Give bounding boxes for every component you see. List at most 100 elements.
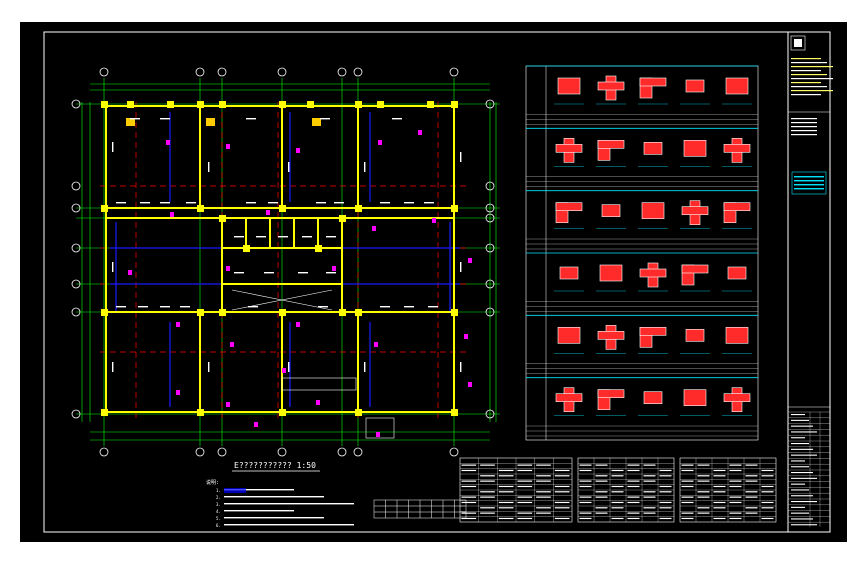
rebar-table-a-cell-text [554,485,570,488]
rebar-table-a-cell-text [536,480,551,482]
column-section [685,79,705,93]
column-tag [376,432,380,437]
beam-annotation [246,202,256,204]
column-tag [296,322,300,327]
rebar-table-b-cell-text [627,469,640,472]
beam-annotation [112,262,114,272]
rebar-table-c-cell-text [697,480,710,482]
rebar-table-b-cell-text [643,480,656,482]
beam-annotation [234,272,244,274]
rebar-table-c-cell-text [713,517,726,520]
floor-plan[interactable] [71,67,500,457]
rebar-table-b-cell-text [659,501,672,504]
rebar-table-c-cell-text [761,491,774,493]
title-text-line [791,448,813,450]
beam-annotation [392,118,402,120]
beam-annotation [112,142,114,152]
column-block [167,101,174,108]
column-tag [230,342,234,347]
rebar-table-a-cell-text [461,501,477,504]
column-block [197,101,204,108]
rebar-table-c-cell-text [681,469,694,472]
beam-annotation [364,362,366,372]
rebar-table-b-cell-text [611,475,624,477]
beam-annotation [112,362,114,372]
column-block [219,215,226,222]
rebar-table-a-cell-text [461,512,477,514]
rebar-table-a-cell-text [480,496,495,498]
rebar-table-b-cell-text [611,485,624,488]
beam-annotation [130,118,140,120]
column-tag [378,140,382,145]
column-section [559,266,579,280]
beam-lines [110,112,460,407]
title-text-line [791,466,809,468]
note-number: 1. [216,488,221,493]
rebar-table-c-cell-text [729,501,742,504]
rebar-table-a-cell-text [517,480,533,482]
beam-annotation [256,236,266,238]
rebar-table-c-cell-text [681,517,694,520]
column-section [727,266,747,280]
rebar-table-a-cell-text [536,512,551,514]
beam-annotation [160,202,170,204]
rebar-table-b-cell-text [579,480,592,482]
rebar-table-b-cell-text [611,507,624,509]
rebar-table-a-cell-text [517,464,533,466]
rebar-table-a-cell-text [536,475,551,477]
title-text-line [791,495,813,497]
column-tag [282,368,286,373]
title-text-line [791,518,813,520]
rebar-table-b-cell-text [579,469,592,472]
rebar-table-a-cell-text [461,469,477,472]
rebar-table-b-cell-text [627,464,640,466]
rebar-table-c-cell-text [729,469,742,472]
column-section [725,327,749,344]
beam-annotation [208,362,210,372]
rebar-table-b-cell-text [595,496,608,498]
column-section [599,264,623,282]
column-block [219,309,226,316]
rebar-table-c-cell-text [713,507,726,509]
column-tag [226,266,230,271]
rebar-table-c-cell-text [761,501,774,504]
title-text-line [791,414,805,416]
beam-annotation [298,272,308,274]
column-section [641,202,665,219]
column-block [451,309,458,316]
rebar-table-c-cell-text [681,501,694,504]
column-block [355,309,362,316]
title-text-line [791,78,833,80]
rebar-table-b-cell-text [659,507,672,509]
beam-annotation [380,202,390,204]
rebar-table-a-cell-text [536,464,551,466]
column-section [597,140,625,149]
rebar-table-a-cell-text [461,517,477,520]
beam-annotation [460,152,462,162]
rebar-table-b-cell-text [595,507,608,509]
stamp-line [794,180,824,182]
rebar-table-a-cell-text [498,491,514,493]
rebar-table-a-cell-text [536,491,551,493]
title-text-line [791,460,805,462]
column-tag [296,148,300,153]
beam-annotation [248,306,258,308]
rebar-table-a-cell-text [480,507,495,509]
beam-annotation [278,236,288,238]
rebar-table-a-cell-text [480,475,495,477]
rebar-table-b-cell-text [643,512,656,514]
drawing-viewport[interactable]: E??????????? 1:50 说明: 1. 2. 3. 4. 5. 6. [20,22,847,542]
rebar-table-c-cell-text [713,501,726,504]
beam-annotation [428,306,438,308]
note-number: 4. [216,509,221,514]
column-schedule[interactable] [525,65,759,441]
title-text-line [791,94,821,96]
column-tag [332,266,336,271]
rebar-table-c-cell-text [761,475,774,477]
column-tag [170,212,174,217]
title-text-line [791,501,817,503]
column-block [355,101,362,108]
note-line [224,503,354,505]
rebar-table-b-cell-text [627,480,640,482]
rebar-table-c-cell-text [681,512,694,514]
